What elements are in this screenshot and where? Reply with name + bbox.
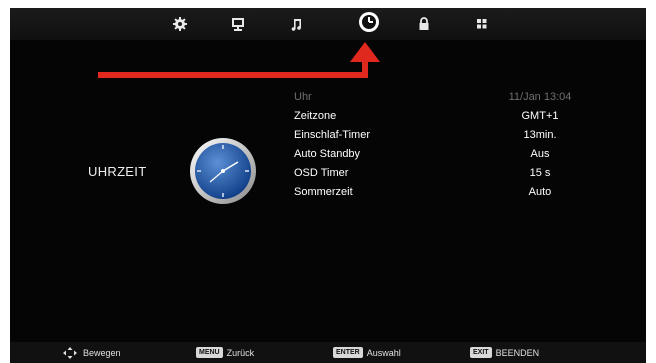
hint-select: ENTER Auswahl bbox=[333, 347, 401, 359]
setting-row-clock: Uhr 11/Jan 13:04 bbox=[294, 91, 572, 103]
hint-move: Bewegen bbox=[60, 347, 121, 359]
help-bar: Bewegen MENU Zurück ENTER Auswahl EXIT BEEN… bbox=[10, 342, 646, 363]
setting-row-osd-timer[interactable]: OSD Timer 15 s bbox=[294, 167, 594, 185]
setting-row-timezone[interactable]: Zeitzone GMT+1 bbox=[294, 110, 594, 128]
menu-key-icon: MENU bbox=[196, 347, 223, 358]
setting-row-daylight-saving[interactable]: Sommerzeit Auto bbox=[294, 186, 594, 204]
section-title: UHRZEIT bbox=[88, 164, 147, 179]
tv-menu-screen: UHRZEIT Uhr 11/Jan 13:04 Zeitzone GMT+1 … bbox=[10, 8, 646, 363]
setting-row-auto-standby[interactable]: Auto Standby Aus bbox=[294, 148, 594, 166]
exit-key-icon: EXIT bbox=[470, 347, 492, 358]
red-pointer-arrow-icon bbox=[98, 42, 380, 78]
hint-back: MENU Zurück bbox=[196, 347, 254, 359]
setting-row-sleep-timer[interactable]: Einschlaf-Timer 13min. bbox=[294, 129, 594, 147]
hint-exit: EXIT BEENDEN bbox=[470, 347, 539, 359]
enter-key-icon: ENTER bbox=[333, 347, 363, 358]
dpad-arrows-icon bbox=[63, 347, 77, 359]
analog-clock-icon bbox=[190, 138, 256, 204]
